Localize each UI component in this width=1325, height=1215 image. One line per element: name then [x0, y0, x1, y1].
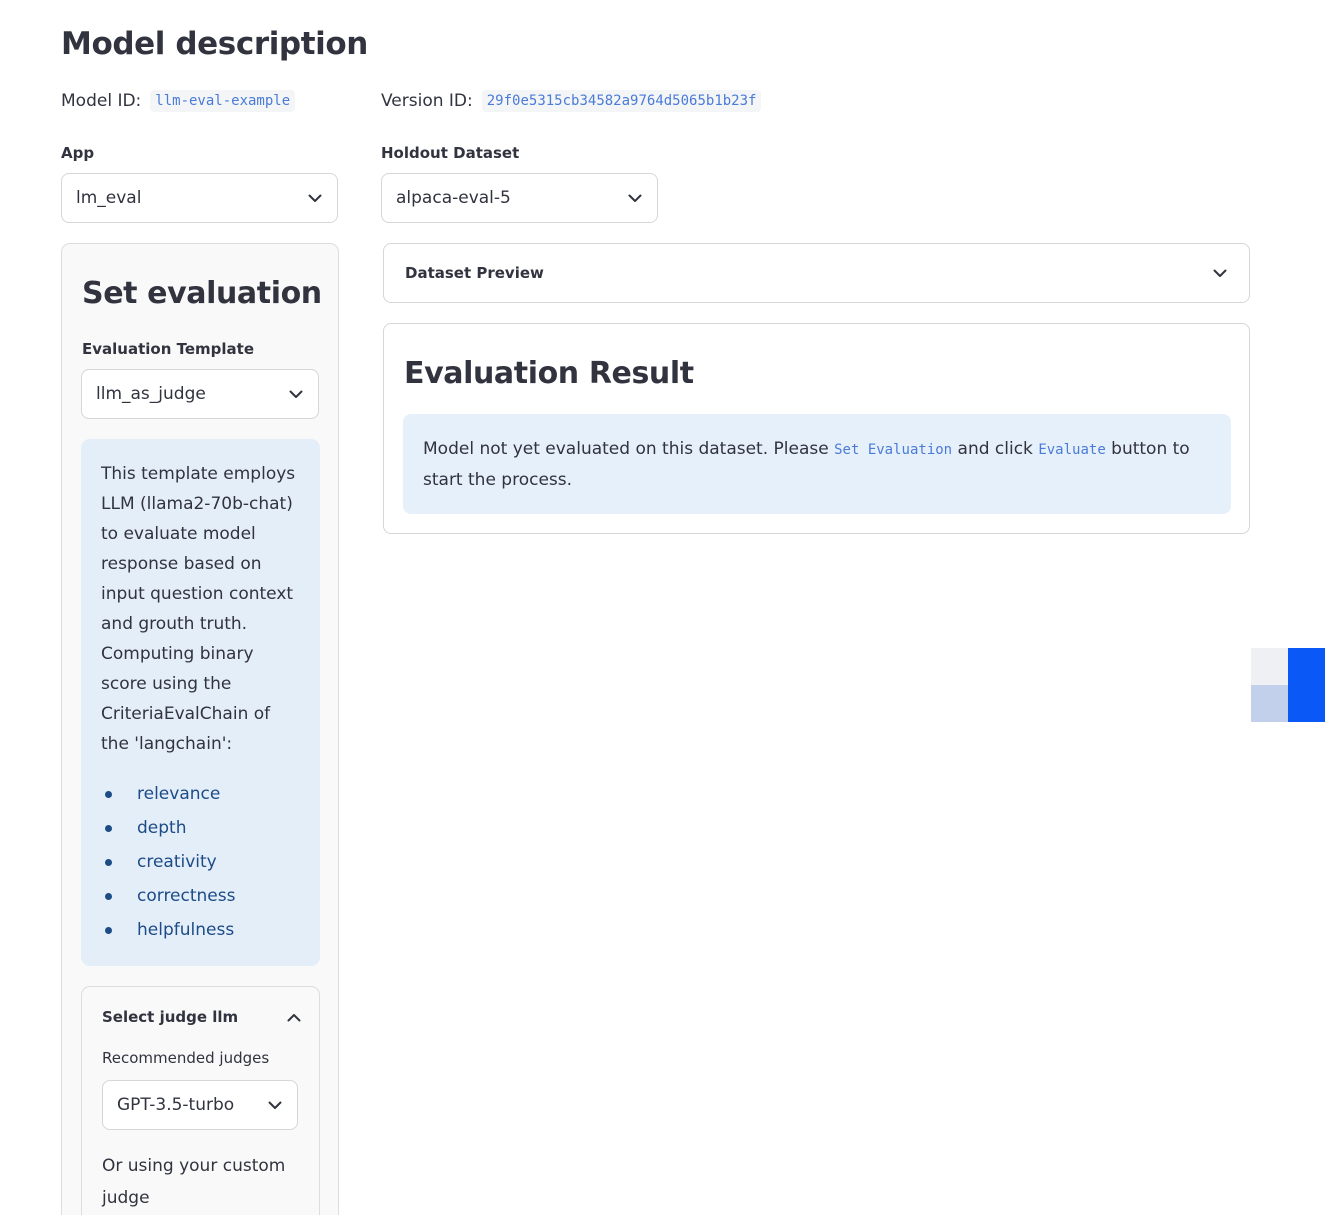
model-id-label: Model ID: [61, 91, 142, 111]
list-item: relevance [101, 779, 302, 813]
widget-tile [1288, 648, 1325, 722]
list-item: depth [101, 813, 302, 847]
version-id-value: 29f0e5315cb34582a9764d5065b1b23f [481, 90, 762, 112]
version-id-label: Version ID: [381, 91, 473, 111]
bullet-icon [105, 859, 112, 866]
bullet-icon [105, 825, 112, 832]
dataset-preview-label: Dataset Preview [405, 264, 544, 282]
criteria-list: relevance depth creativity correctness h… [101, 779, 302, 949]
alert-code-set-evaluation: Set Evaluation [834, 442, 953, 458]
alert-text-1: Model not yet evaluated on this dataset.… [423, 439, 835, 459]
recommended-judge-select[interactable]: GPT-3.5-turbo [102, 1080, 298, 1130]
recommended-judges-label: Recommended judges [102, 1049, 270, 1067]
evaluation-result-title: Evaluation Result [404, 356, 694, 391]
bullet-icon [105, 893, 112, 900]
holdout-dataset-label: Holdout Dataset [381, 144, 520, 162]
model-id-value: llm-eval-example [150, 90, 296, 112]
chevron-down-icon [267, 1097, 283, 1113]
evaluation-template-select-value: llm_as_judge [96, 384, 206, 404]
list-item: creativity [101, 847, 302, 881]
list-item: correctness [101, 881, 302, 915]
list-item: helpfulness [101, 915, 302, 949]
chevron-up-icon [286, 1009, 302, 1025]
version-id-row: Version ID: 29f0e5315cb34582a9764d5065b1… [381, 90, 762, 112]
holdout-dataset-select-value: alpaca-eval-5 [396, 188, 511, 208]
info-alert: Model not yet evaluated on this dataset.… [403, 414, 1231, 514]
criterion-label: correctness [137, 886, 236, 906]
model-id-row: Model ID: llm-eval-example [61, 90, 296, 112]
set-evaluation-title: Set evaluation [82, 276, 322, 311]
page-title: Model description [61, 26, 368, 62]
select-judge-expander: Select judge llm Recommended judges GPT-… [81, 986, 320, 1215]
holdout-dataset-select[interactable]: alpaca-eval-5 [381, 173, 658, 223]
chevron-down-icon [1212, 265, 1228, 281]
evaluation-result-card: Evaluation Result Model not yet evaluate… [383, 323, 1250, 534]
bullet-icon [105, 791, 112, 798]
chevron-down-icon [288, 386, 304, 402]
criterion-label: relevance [137, 784, 221, 804]
template-description: This template employs LLM (llama2-70b-ch… [101, 464, 296, 754]
criterion-label: depth [137, 818, 187, 838]
template-info-box: This template employs LLM (llama2-70b-ch… [81, 439, 320, 966]
dataset-preview-expander[interactable]: Dataset Preview [383, 243, 1250, 303]
floating-side-widget[interactable] [1251, 648, 1325, 722]
widget-tile [1251, 685, 1288, 722]
page: Model description Model ID: llm-eval-exa… [0, 0, 1325, 1215]
app-label: App [61, 144, 95, 162]
widget-tile [1251, 648, 1288, 685]
criterion-label: creativity [137, 852, 217, 872]
evaluation-template-select[interactable]: llm_as_judge [81, 369, 319, 419]
chevron-down-icon [307, 190, 323, 206]
set-evaluation-panel: Set evaluation Evaluation Template llm_a… [61, 243, 339, 1215]
bullet-icon [105, 927, 112, 934]
evaluation-template-label: Evaluation Template [82, 340, 254, 358]
select-judge-label: Select judge llm [102, 1008, 239, 1026]
chevron-down-icon [627, 190, 643, 206]
select-judge-header[interactable]: Select judge llm [102, 1005, 302, 1029]
criterion-label: helpfulness [137, 920, 235, 940]
recommended-judge-select-value: GPT-3.5-turbo [117, 1095, 235, 1115]
app-select[interactable]: lm_eval [61, 173, 338, 223]
alert-code-evaluate: Evaluate [1038, 442, 1106, 458]
alert-text-2: and click [952, 439, 1039, 459]
app-select-value: lm_eval [76, 188, 142, 208]
custom-judge-text: Or using your custom judge [102, 1156, 286, 1208]
